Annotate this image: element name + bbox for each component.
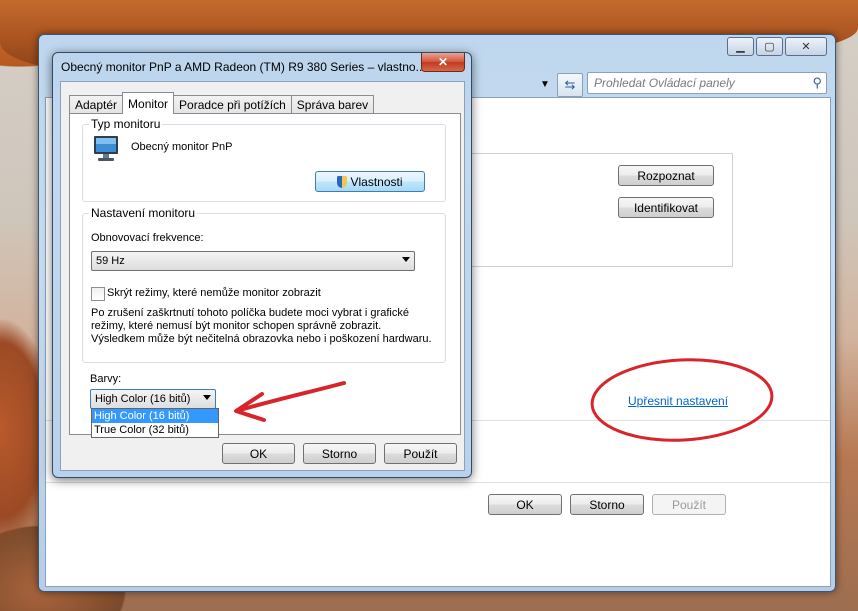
monitor-icon (94, 136, 118, 161)
search-input[interactable]: Prohledat Ovládací panely ⚲ (587, 72, 827, 94)
ok-button[interactable]: OK (222, 443, 295, 464)
minimize-button[interactable]: ▁ (727, 37, 754, 56)
refresh-rate-label: Obnovovací frekvence: (91, 232, 204, 244)
monitor-tab-panel: Typ monitoru Obecný monitor PnP Vlastnos… (69, 113, 461, 435)
address-dropdown-icon[interactable]: ▼ (535, 75, 555, 93)
properties-label: Vlastnosti (350, 174, 403, 189)
tab-bar: Adaptér Monitor Poradce při potížích Spr… (69, 92, 375, 114)
colors-select[interactable]: High Color (16 bitů) (90, 389, 216, 409)
shield-icon (337, 175, 348, 188)
chevron-down-icon (203, 395, 211, 400)
dialog-title: Obecný monitor PnP a AMD Radeon (TM) R9 … (61, 60, 426, 74)
colors-value: High Color (16 bitů) (95, 393, 191, 405)
properties-button[interactable]: Vlastnosti (315, 171, 425, 192)
refresh-rate-select[interactable]: 59 Hz (91, 251, 415, 271)
warning-line-3: Výsledkem může být nečitelná obrazovka n… (91, 333, 432, 345)
advanced-settings-link[interactable]: Upřesnit nastavení (628, 394, 728, 408)
colors-label: Barvy: (90, 373, 122, 385)
maximize-button[interactable]: ▢ (756, 37, 783, 56)
monitor-type-group: Typ monitoru Obecný monitor PnP Vlastnos… (82, 117, 446, 202)
apply-button[interactable]: Použít (384, 443, 457, 464)
search-placeholder: Prohledat Ovládací panely (594, 76, 735, 90)
warning-line-1: Po zrušení zaškrtnutí tohoto políčka bud… (91, 307, 409, 319)
search-icon[interactable]: ⚲ (812, 75, 822, 91)
caption-buttons: ▁ ▢ ✕ (727, 37, 827, 56)
refresh-icon[interactable]: ⇆ (557, 73, 583, 97)
monitor-type-label: Typ monitoru (89, 117, 163, 131)
monitor-settings-label: Nastavení monitoru (89, 206, 198, 220)
monitor-name: Obecný monitor PnP (131, 141, 233, 153)
hide-modes-checkbox[interactable] (91, 287, 105, 301)
colors-option-32bit[interactable]: True Color (32 bitů) (92, 423, 218, 437)
identify-button[interactable]: Identifikovat (618, 197, 714, 218)
ok-button[interactable]: OK (488, 494, 562, 515)
tab-monitor[interactable]: Monitor (122, 92, 175, 114)
divider (46, 482, 830, 483)
dialog-close-button[interactable]: ✕ (421, 53, 465, 72)
cancel-button[interactable]: Storno (570, 494, 644, 515)
tab-adapter[interactable]: Adaptér (69, 95, 124, 114)
close-button[interactable]: ✕ (785, 37, 827, 56)
cancel-button[interactable]: Storno (303, 443, 376, 464)
tab-color-management[interactable]: Správa barev (290, 95, 375, 114)
refresh-rate-value: 59 Hz (96, 255, 125, 267)
hide-modes-label: Skrýt režimy, které nemůže monitor zobra… (107, 287, 321, 299)
detect-button[interactable]: Rozpoznat (618, 165, 714, 186)
warning-line-2: režimy, které nemusí být monitor schopen… (91, 320, 382, 332)
chevron-down-icon (402, 257, 410, 262)
apply-button[interactable]: Použít (652, 494, 726, 515)
monitor-settings-group: Nastavení monitoru Obnovovací frekvence:… (82, 206, 446, 363)
colors-option-16bit[interactable]: High Color (16 bitů) (92, 409, 218, 423)
monitor-properties-dialog: Obecný monitor PnP a AMD Radeon (TM) R9 … (52, 52, 472, 478)
tab-troubleshoot[interactable]: Poradce při potížích (173, 95, 292, 114)
colors-dropdown-list: High Color (16 bitů) True Color (32 bitů… (91, 408, 219, 438)
